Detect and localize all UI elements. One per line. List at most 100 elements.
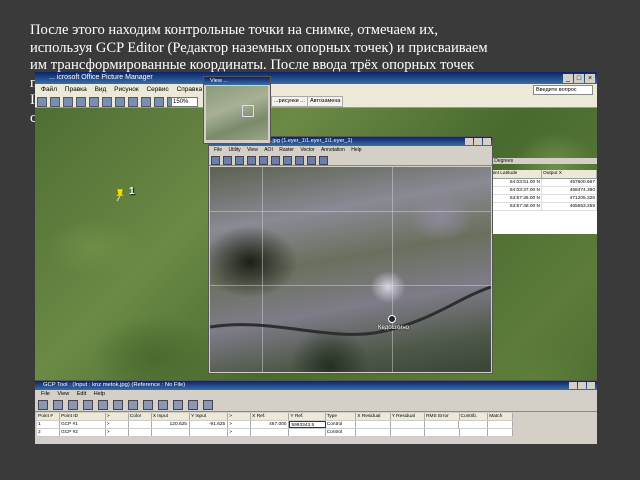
print-icon[interactable]	[63, 97, 73, 107]
minimize-icon[interactable]: _	[563, 74, 573, 83]
close-icon[interactable]	[483, 138, 491, 145]
raster-image[interactable]: Кедошкино	[210, 167, 491, 372]
sum-icon[interactable]	[68, 400, 78, 410]
table-row[interactable]: 53:57:36.00 N 471205.326	[487, 195, 597, 203]
column-header[interactable]: Contrib.	[459, 413, 489, 420]
menu-item-file[interactable]: Файл	[41, 86, 57, 93]
menu-item[interactable]: View	[247, 147, 258, 153]
column-header[interactable]: X Residual	[356, 413, 391, 420]
zoom-in-icon[interactable]	[259, 156, 268, 165]
maximize-icon[interactable]	[578, 382, 586, 389]
column-header[interactable]: X Input	[151, 413, 190, 420]
measure-icon[interactable]	[319, 156, 328, 165]
menu-item-view[interactable]: Вид	[95, 86, 107, 93]
lock-icon[interactable]	[128, 400, 138, 410]
menu-item[interactable]: Help	[94, 391, 105, 397]
menu-item[interactable]: Edit	[77, 391, 86, 397]
filmstrip-view-icon[interactable]	[128, 97, 138, 107]
open-icon[interactable]	[38, 400, 48, 410]
column-header[interactable]: Point Latitude	[487, 170, 542, 178]
zoom-view-window[interactable]: View ...	[203, 76, 271, 144]
table-row[interactable]: 54:03:51.00 N 457600.667	[487, 179, 597, 187]
edit-pictures-button[interactable]: ...рисунки ...	[271, 96, 308, 107]
inquire-icon[interactable]	[295, 156, 304, 165]
table-cell[interactable]	[251, 429, 290, 436]
close-icon[interactable]: ×	[585, 74, 595, 83]
info-icon[interactable]	[247, 156, 256, 165]
pointer-icon[interactable]	[188, 400, 198, 410]
close-icon[interactable]	[587, 382, 595, 389]
menu-item[interactable]: Help	[351, 147, 361, 153]
menu-item-tools[interactable]: Сервис	[146, 86, 168, 93]
menu-item[interactable]: File	[41, 391, 50, 397]
menu-item[interactable]: Vector	[300, 147, 314, 153]
table-row[interactable]: 53:57:48.00 N 465653.259	[487, 203, 597, 211]
menu-item[interactable]: Utility	[228, 147, 240, 153]
column-header[interactable]: X Ref.	[251, 413, 290, 420]
column-header[interactable]: Output X	[542, 170, 597, 178]
zoom-out-icon[interactable]	[154, 97, 164, 107]
table-cell[interactable]	[289, 429, 326, 436]
open-icon[interactable]	[211, 156, 220, 165]
table-row[interactable]: 2 GCP #2 > > Control	[37, 429, 514, 437]
marker-icon[interactable]	[388, 315, 396, 323]
menu-item-picture[interactable]: Рисунок	[114, 86, 139, 93]
menu-item[interactable]: AOI	[264, 147, 273, 153]
single-view-icon[interactable]	[141, 97, 151, 107]
model-icon[interactable]	[83, 400, 93, 410]
color-cell[interactable]	[129, 429, 152, 436]
column-header[interactable]: Color	[128, 413, 152, 420]
maximize-icon[interactable]: □	[574, 74, 584, 83]
menu-item[interactable]: File	[214, 147, 222, 153]
column-header[interactable]: RMS Error	[425, 413, 460, 420]
gcp-tool-window[interactable]: GCP Tool : (Input : knz metok.jpg) (Refe…	[35, 380, 597, 444]
menu-item[interactable]: View	[57, 391, 69, 397]
column-header[interactable]: Y Residual	[390, 413, 426, 420]
table-cell[interactable]: -91.625	[190, 421, 229, 428]
table-cell[interactable]: 120.625	[152, 421, 190, 428]
minimize-icon[interactable]	[569, 382, 577, 389]
table-cell[interactable]: 467.000	[251, 421, 290, 428]
save-icon[interactable]	[223, 156, 232, 165]
move-icon[interactable]	[173, 400, 183, 410]
help-search-input[interactable]: Введите вопрос	[533, 85, 593, 95]
autocorrect-button[interactable]: Автозамена	[307, 96, 344, 107]
menu-item-edit[interactable]: Правка	[65, 86, 87, 93]
zoom-out-icon[interactable]	[271, 156, 280, 165]
target-icon[interactable]	[203, 400, 213, 410]
color-cell[interactable]	[129, 421, 152, 428]
undo-icon[interactable]	[102, 97, 112, 107]
column-header[interactable]: Y Input	[189, 413, 229, 420]
copy-icon[interactable]	[76, 97, 86, 107]
gcp-tool-titlebar[interactable]: GCP Tool : (Input : knz metok.jpg) (Refe…	[35, 381, 597, 390]
column-header[interactable]: Match	[488, 413, 514, 420]
paste-icon[interactable]	[89, 97, 99, 107]
print-icon[interactable]	[235, 156, 244, 165]
table-cell[interactable]	[152, 429, 190, 436]
menu-item[interactable]: Annotation	[321, 147, 345, 153]
table-cell[interactable]: GCP #1	[60, 421, 106, 428]
menu-item[interactable]: Raster	[279, 147, 294, 153]
table-cell[interactable]: Control	[326, 429, 357, 436]
target-icon[interactable]	[113, 400, 123, 410]
viewer-window[interactable]: Viewer #1 : knz metok.jpg (1.eyer_1\1.ey…	[208, 136, 493, 374]
column-header[interactable]: Point #	[37, 413, 60, 420]
maximize-icon[interactable]	[474, 138, 482, 145]
roam-icon[interactable]	[307, 156, 316, 165]
minimize-icon[interactable]	[465, 138, 473, 145]
table-cell[interactable]	[190, 429, 229, 436]
zoom-icon[interactable]	[158, 400, 168, 410]
column-header[interactable]: Type	[325, 413, 357, 420]
crosshair-icon[interactable]	[242, 105, 254, 117]
table-cell[interactable]: 5993343.5	[289, 421, 326, 428]
table-row[interactable]: 54:03:37.00 N 458474.390	[487, 187, 597, 195]
select-icon[interactable]	[143, 400, 153, 410]
table-row[interactable]: 1 GCP #1 > 120.625 -91.625 > 467.000 599…	[37, 421, 513, 429]
shortcuts-icon[interactable]	[37, 97, 47, 107]
table-cell[interactable]: GCP #2	[60, 429, 106, 436]
column-header[interactable]: >	[228, 413, 252, 420]
create-gcp-icon[interactable]	[98, 400, 108, 410]
table-cell[interactable]: Control	[326, 421, 357, 428]
column-header[interactable]: Point ID	[59, 413, 106, 420]
column-header[interactable]: >	[105, 413, 129, 420]
